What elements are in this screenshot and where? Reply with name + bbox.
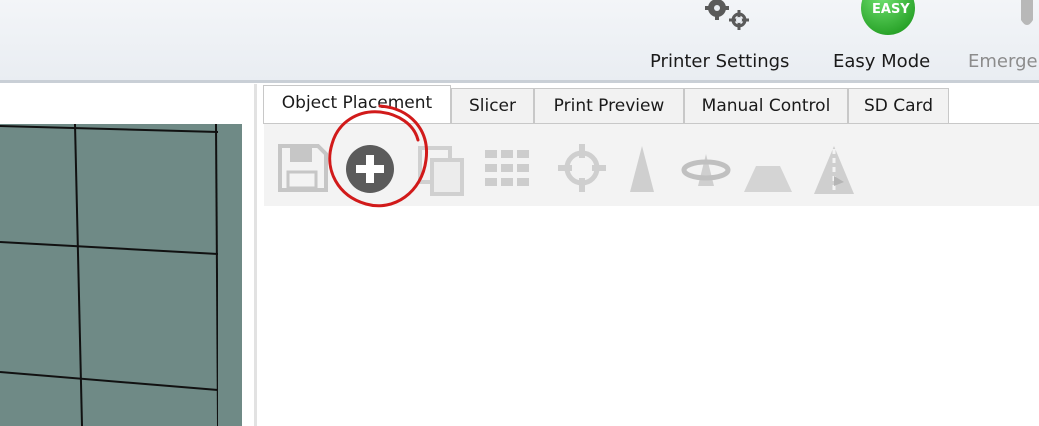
panel-splitter[interactable] bbox=[254, 84, 257, 426]
autoposition-button[interactable] bbox=[479, 136, 535, 196]
mirror-object-icon bbox=[814, 140, 854, 196]
center-object-button[interactable] bbox=[554, 136, 610, 196]
object-list-area[interactable] bbox=[264, 206, 1039, 426]
tab-label: SD Card bbox=[863, 96, 934, 116]
copy-object-icon bbox=[418, 146, 464, 196]
scale-object-button[interactable] bbox=[614, 136, 670, 196]
save-icon bbox=[278, 144, 328, 192]
cut-object-button[interactable] bbox=[740, 136, 796, 196]
tab-label: Print Preview bbox=[553, 96, 665, 116]
tab-label: Object Placement bbox=[281, 93, 433, 113]
copy-object-button[interactable] bbox=[412, 136, 468, 196]
easy-mode-button[interactable]: EASY Easy Mode bbox=[830, 0, 950, 80]
easy-badge-text: EASY bbox=[872, 2, 910, 17]
3d-view[interactable] bbox=[0, 124, 242, 426]
add-object-button[interactable] bbox=[344, 136, 400, 196]
easy-mode-label: Easy Mode bbox=[833, 51, 931, 72]
add-object-icon bbox=[346, 145, 394, 193]
app-window: Printer Settings EASY Easy Mode Emerge O… bbox=[0, 0, 1039, 426]
tab-object-placement[interactable]: Object Placement bbox=[263, 85, 451, 124]
tab-manual-control[interactable]: Manual Control bbox=[684, 88, 848, 123]
printer-settings-label: Printer Settings bbox=[650, 51, 790, 72]
emergency-icon bbox=[1021, 0, 1033, 25]
emergency-label: Emerge bbox=[968, 51, 1038, 72]
autoposition-grid-icon bbox=[485, 150, 529, 186]
save-button[interactable] bbox=[274, 136, 330, 196]
rotate-object-icon bbox=[681, 154, 731, 186]
tab-label: Manual Control bbox=[701, 96, 831, 116]
scale-object-icon bbox=[630, 146, 654, 192]
bed-grid bbox=[0, 124, 219, 426]
rotate-object-button[interactable] bbox=[678, 136, 734, 196]
tab-label: Slicer bbox=[468, 96, 517, 116]
toolbar-divider bbox=[0, 80, 1039, 83]
mirror-object-button[interactable] bbox=[806, 136, 862, 196]
tab-slicer[interactable]: Slicer bbox=[451, 88, 534, 123]
gears-icon bbox=[705, 0, 749, 30]
tab-print-preview[interactable]: Print Preview bbox=[534, 88, 684, 123]
center-object-icon bbox=[558, 144, 606, 192]
tab-sd-card[interactable]: SD Card bbox=[848, 88, 949, 123]
object-placement-toolbar bbox=[264, 124, 1039, 206]
cut-object-icon bbox=[744, 166, 792, 192]
main-toolbar: Printer Settings EASY Easy Mode Emerge bbox=[0, 0, 1039, 80]
printer-settings-button[interactable]: Printer Settings bbox=[645, 0, 815, 80]
emergency-stop-button[interactable]: Emerge bbox=[960, 0, 1039, 80]
